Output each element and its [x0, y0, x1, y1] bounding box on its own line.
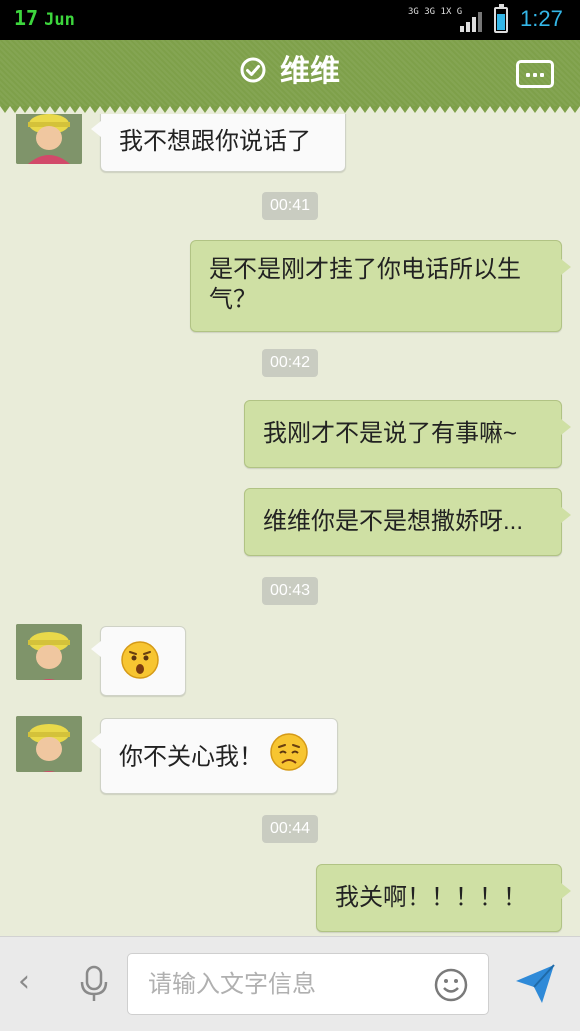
status-bar: 17 Jun 3G 3G 1X G 1:27	[0, 0, 580, 40]
status-date: 17 Jun	[14, 6, 75, 30]
contact-avatar[interactable]	[16, 624, 82, 680]
contact-avatar[interactable]	[16, 716, 82, 772]
signal-icon	[460, 12, 482, 32]
battery-icon	[494, 4, 508, 33]
network-label-3g: 3G	[408, 7, 419, 17]
message-bubble-sent[interactable]: 我刚才不是说了有事嘛~	[244, 400, 571, 468]
contact-avatar[interactable]	[16, 114, 82, 164]
header-edge	[0, 106, 580, 113]
timestamp: 00:43	[0, 577, 580, 605]
more-dot	[540, 73, 544, 77]
message-bubble-received[interactable]	[91, 626, 186, 696]
message-text: 是不是刚才挂了你电话所以生气？	[209, 256, 521, 313]
network-label-3g1x: 3G 1X	[424, 7, 452, 17]
message-bubble-received[interactable]: 你不关心我！	[91, 718, 338, 794]
status-day: 17	[14, 6, 39, 30]
message-bubble-sent[interactable]: 维维你是不是想撒娇呀...	[244, 488, 571, 556]
timestamp: 00:44	[0, 815, 580, 843]
message-input-field[interactable]	[127, 953, 489, 1015]
timestamp-text: 00:42	[261, 349, 319, 377]
microphone-icon[interactable]	[78, 965, 110, 1003]
chevron-left-icon[interactable]: ‹	[18, 967, 30, 997]
status-time: 1:27	[520, 6, 563, 31]
check-circle-icon	[240, 57, 266, 82]
more-menu-button[interactable]	[516, 60, 554, 88]
contact-name: 维维	[280, 54, 340, 89]
message-bubble-received[interactable]: 我不想跟你说话了	[91, 114, 346, 172]
network-indicator: 3G 3G 1X G	[408, 7, 462, 17]
message-bubble-sent[interactable]: 我关啊！！！！！	[316, 864, 571, 932]
send-icon[interactable]	[512, 961, 558, 1007]
smiley-icon[interactable]	[434, 968, 468, 1002]
chat-area[interactable]: 我不想跟你说话了 00:41 是不是刚才挂了你电话所以生气？ 00:42 我刚才…	[0, 114, 580, 936]
input-bar: ‹	[0, 936, 580, 1031]
message-input[interactable]	[146, 966, 420, 1004]
timestamp: 00:42	[0, 349, 580, 377]
message-text: 我不想跟你说话了	[119, 128, 311, 155]
timestamp-text: 00:41	[261, 192, 319, 220]
timestamp: 00:41	[0, 192, 580, 220]
message-text: 你不关心我！	[119, 743, 263, 771]
sad-face-icon	[269, 733, 308, 771]
chat-header: 维维	[0, 40, 580, 106]
more-dot	[533, 73, 537, 77]
message-text: 我刚才不是说了有事嘛~	[263, 420, 518, 447]
status-month: Jun	[44, 10, 75, 30]
timestamp-text: 00:44	[261, 815, 319, 843]
message-bubble-sent[interactable]: 是不是刚才挂了你电话所以生气？	[190, 240, 571, 332]
more-dots-icon	[526, 73, 530, 77]
message-text: 我关啊！！！！！	[335, 884, 527, 911]
timestamp-text: 00:43	[261, 577, 319, 605]
surprised-face-icon	[121, 641, 159, 679]
chat-title: 维维	[0, 54, 580, 90]
message-text: 维维你是不是想撒娇呀...	[263, 508, 524, 535]
